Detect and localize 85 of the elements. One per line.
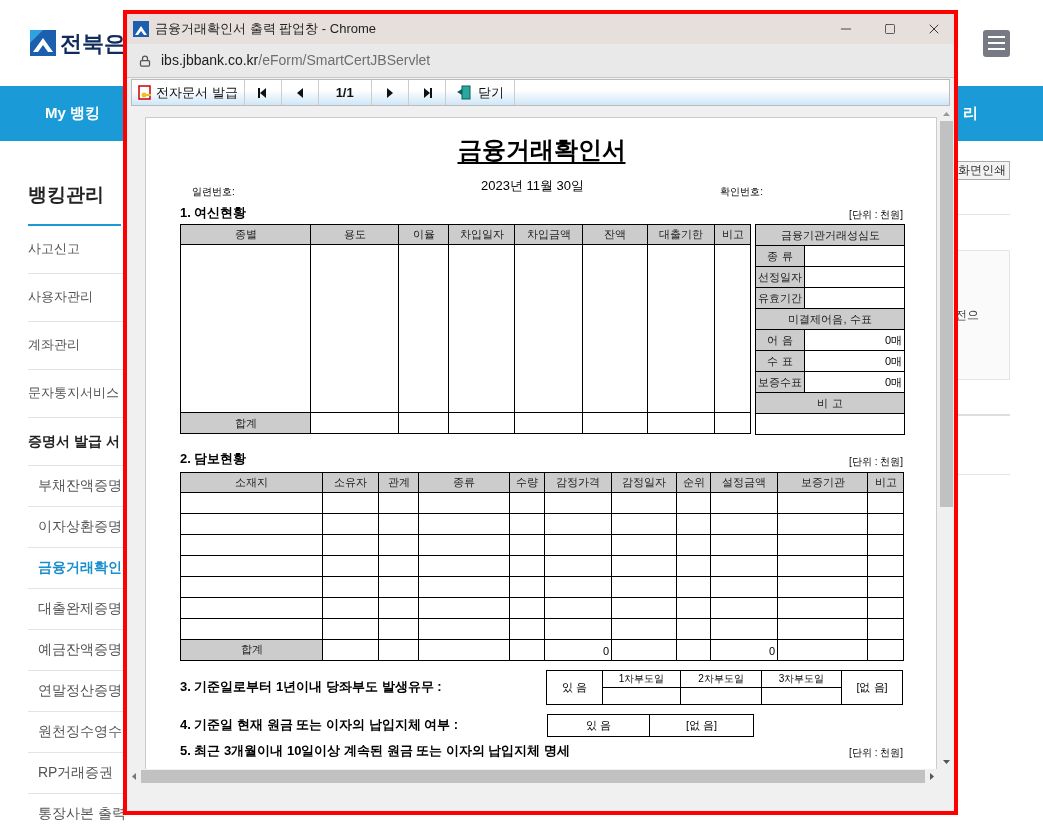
window-title: 금융거래확인서 출력 팝업창 - Chrome bbox=[155, 20, 376, 39]
side-table-header: 비 고 bbox=[755, 392, 905, 414]
sidebar-group-label[interactable]: 증명서 발급 서 bbox=[28, 430, 120, 452]
column-header: 비고 bbox=[714, 224, 751, 245]
unit-label: [단위 : 천원] bbox=[849, 454, 903, 469]
unit-label: [단위 : 천원] bbox=[849, 746, 903, 760]
side-table-value: 0매 bbox=[804, 371, 905, 393]
logo-icon bbox=[30, 30, 56, 56]
horizontal-scrollbar[interactable] bbox=[127, 769, 939, 784]
column-header: 잔액 bbox=[582, 224, 648, 245]
column-header: 설정금액 bbox=[710, 472, 778, 492]
sidebar-item[interactable]: 사용자관리 bbox=[28, 287, 93, 307]
confirmation-number-label: 확인번호: bbox=[720, 184, 763, 199]
side-table-label: 보증수표 bbox=[755, 371, 805, 393]
table-cell: 0 bbox=[544, 639, 612, 660]
column-header: 차입금액 bbox=[514, 224, 583, 245]
sidebar-item[interactable]: 문자통지서비스 bbox=[28, 383, 119, 403]
sidebar-subitem[interactable]: 연말정산증명 bbox=[38, 680, 122, 701]
option-cell: 있 음 bbox=[547, 714, 650, 736]
sidebar-item[interactable]: 계좌관리 bbox=[28, 335, 80, 355]
sidebar-subitem[interactable]: 대출완제증명 bbox=[38, 598, 122, 619]
close-viewer-button[interactable]: 닫기 bbox=[445, 80, 515, 105]
option-cell: 있 음 bbox=[546, 670, 603, 704]
side-table-value: 0매 bbox=[804, 329, 905, 351]
vertical-scrollbar[interactable] bbox=[939, 107, 954, 784]
address-bar[interactable]: ibs.jbbank.co.kr/eForm/SmartCertJBServlet bbox=[127, 44, 954, 78]
section-heading: 1. 여신현황 bbox=[180, 203, 247, 222]
section-heading: 5. 최근 3개월이내 10일이상 계속된 원금 또는 이자의 납입지체 명세 bbox=[180, 741, 571, 760]
side-table-value: 0매 bbox=[804, 350, 905, 372]
sidebar-subitem[interactable]: 원천징수영수 bbox=[38, 721, 122, 742]
document-date: 2023년 11월 30일 bbox=[480, 177, 585, 195]
side-table-label: 선정일자 bbox=[755, 266, 805, 288]
column-header: 종류 bbox=[418, 472, 510, 492]
window-logo-icon bbox=[133, 21, 149, 37]
table-cell: 0 bbox=[710, 639, 778, 660]
option-cell: [없 음] bbox=[649, 714, 754, 736]
url-text: ibs.jbbank.co.kr/eForm/SmartCertJBServlet bbox=[161, 51, 431, 70]
maximize-icon[interactable] bbox=[884, 23, 896, 35]
issue-document-button[interactable]: 전자문서 발급 bbox=[132, 80, 245, 105]
unit-label: [단위 : 천원] bbox=[849, 208, 903, 222]
document-title: 금융거래확인서 bbox=[457, 135, 626, 165]
side-table-header: 미결제어음, 수표 bbox=[755, 308, 905, 330]
option-cell: [없 음] bbox=[841, 670, 903, 704]
first-page-icon[interactable] bbox=[256, 86, 269, 99]
lock-icon bbox=[139, 54, 151, 67]
column-header: 보증기관 bbox=[777, 472, 868, 492]
question-text: 4. 기준일 현재 원금 또는 이자의 납입지체 여부 : bbox=[180, 716, 460, 735]
dishonor-date-label: 3차부도일 bbox=[761, 670, 842, 687]
exit-door-icon bbox=[455, 85, 472, 100]
section-heading: 2. 담보현황 bbox=[180, 450, 247, 468]
sidebar-item[interactable]: 사고신고 bbox=[28, 239, 80, 259]
side-table-header: 금융기관거래성심도 bbox=[755, 224, 905, 246]
side-table-label: 유효기간 bbox=[755, 287, 805, 309]
side-table-label: 종 류 bbox=[755, 245, 805, 267]
dishonor-date-label: 2차부도일 bbox=[680, 670, 762, 687]
sidebar-title: 뱅킹관리 bbox=[28, 184, 104, 205]
side-table-label: 어 음 bbox=[755, 329, 805, 351]
question-text: 3. 기준일로부터 1년이내 당좌부도 발생유무 : bbox=[180, 678, 442, 697]
sidebar-subitem[interactable]: 금융거래확인 bbox=[38, 557, 122, 578]
sidebar-subitem[interactable]: 이자상환증명 bbox=[38, 516, 122, 537]
column-header: 이율 bbox=[398, 224, 449, 245]
page-indicator: 1/1 bbox=[318, 80, 372, 105]
column-header: 종별 bbox=[180, 224, 311, 245]
column-header: 수량 bbox=[509, 472, 545, 492]
menu-button[interactable] bbox=[983, 29, 1010, 57]
column-header: 감정일자 bbox=[611, 472, 677, 492]
column-header: 차입일자 bbox=[448, 224, 515, 245]
column-header: 비고 bbox=[867, 472, 904, 492]
total-label: 합계 bbox=[180, 412, 311, 434]
column-header: 대출기한 bbox=[647, 224, 715, 245]
column-header: 소유자 bbox=[322, 472, 379, 492]
sidebar-subitem[interactable]: 부채잔액증명 bbox=[38, 475, 122, 496]
column-header: 관계 bbox=[378, 472, 419, 492]
document-key-icon bbox=[138, 85, 152, 100]
dishonor-date-label: 1차부도일 bbox=[602, 670, 681, 687]
column-header: 소재지 bbox=[180, 472, 323, 492]
sidebar-subitem[interactable]: RP거래증권 bbox=[38, 762, 114, 783]
side-table-label: 수 표 bbox=[755, 350, 805, 372]
sidebar-subitem[interactable]: 예금잔액증명 bbox=[38, 639, 122, 660]
column-header: 용도 bbox=[310, 224, 399, 245]
serial-number-label: 일련번호: bbox=[192, 184, 235, 199]
column-header: 순위 bbox=[676, 472, 711, 492]
total-label: 합계 bbox=[180, 639, 323, 660]
logo-text: 전북은 bbox=[60, 29, 126, 58]
column-header: 감정가격 bbox=[544, 472, 612, 492]
